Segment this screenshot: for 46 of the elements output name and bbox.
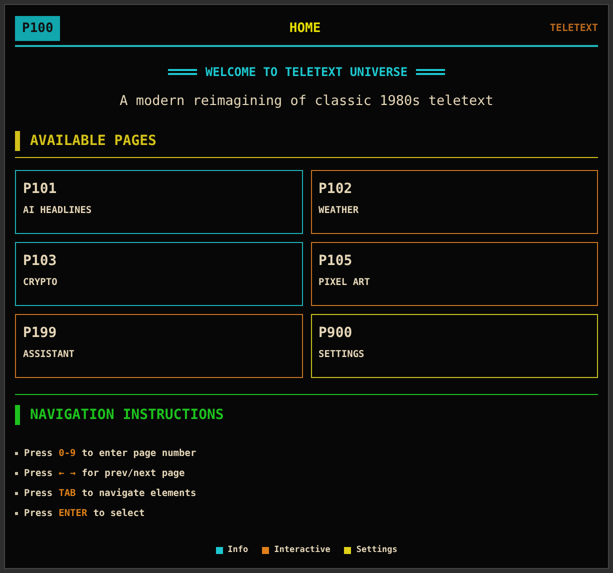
card-label: PIXEL ART bbox=[318, 277, 370, 288]
bullet-icon bbox=[15, 472, 18, 475]
subtitle: A modern reimagining of classic 1980s teletext bbox=[118, 93, 494, 109]
page-card[interactable]: P101 AI HEADLINES bbox=[15, 170, 302, 234]
page-card[interactable]: P103 CRYPTO bbox=[15, 242, 302, 306]
card-label: WEATHER bbox=[318, 205, 359, 216]
bullet-icon bbox=[15, 452, 18, 455]
section-heading: NAVIGATION INSTRUCTIONS bbox=[30, 407, 224, 423]
card-page-number: P105 bbox=[318, 253, 352, 269]
key-name: 0-9 bbox=[58, 448, 76, 459]
legend-label: Settings bbox=[356, 545, 398, 555]
double-line-icon bbox=[416, 69, 445, 75]
page-card[interactable]: P105 PIXEL ART bbox=[310, 242, 598, 306]
key-name: ← → bbox=[58, 468, 76, 479]
legend-label: Interactive bbox=[274, 545, 330, 555]
instruction-text: Press bbox=[24, 468, 53, 479]
welcome-title: WELCOME TO TELETEXT UNIVERSE bbox=[205, 65, 408, 79]
card-page-number: P199 bbox=[23, 325, 57, 341]
page-card[interactable]: P102 WEATHER bbox=[310, 170, 598, 234]
brand-label: TELETEXT bbox=[550, 23, 598, 34]
card-page-number: P103 bbox=[23, 253, 57, 269]
instruction-text: for prev/next page bbox=[82, 468, 185, 479]
card-page-number: P102 bbox=[318, 181, 352, 197]
instruction-text: Press bbox=[24, 508, 53, 519]
page-number: P100 bbox=[15, 16, 60, 41]
bullet-icon bbox=[15, 492, 18, 495]
card-label: SETTINGS bbox=[318, 349, 364, 360]
card-label: ASSISTANT bbox=[23, 349, 74, 360]
card-page-number: P101 bbox=[23, 181, 57, 197]
card-label: AI HEADLINES bbox=[23, 205, 92, 216]
page-card[interactable]: P199 ASSISTANT bbox=[15, 314, 302, 378]
instruction-text: to enter page number bbox=[82, 448, 196, 459]
key-name: TAB bbox=[58, 488, 76, 499]
legend-label: Info bbox=[228, 545, 248, 555]
instruction-text: Press bbox=[24, 448, 53, 459]
instruction-text: to navigate elements bbox=[82, 488, 196, 499]
double-line-icon bbox=[168, 69, 198, 75]
card-page-number: P900 bbox=[318, 325, 352, 341]
page-card[interactable]: P900 SETTINGS bbox=[310, 314, 598, 378]
key-name: ENTER bbox=[58, 508, 88, 519]
bullet-icon bbox=[15, 512, 18, 515]
section-heading: AVAILABLE PAGES bbox=[30, 133, 156, 149]
instruction-text: to select bbox=[93, 508, 145, 519]
card-label: CRYPTO bbox=[23, 277, 58, 288]
instruction-text: Press bbox=[24, 488, 53, 499]
page-title: HOME bbox=[289, 21, 321, 36]
